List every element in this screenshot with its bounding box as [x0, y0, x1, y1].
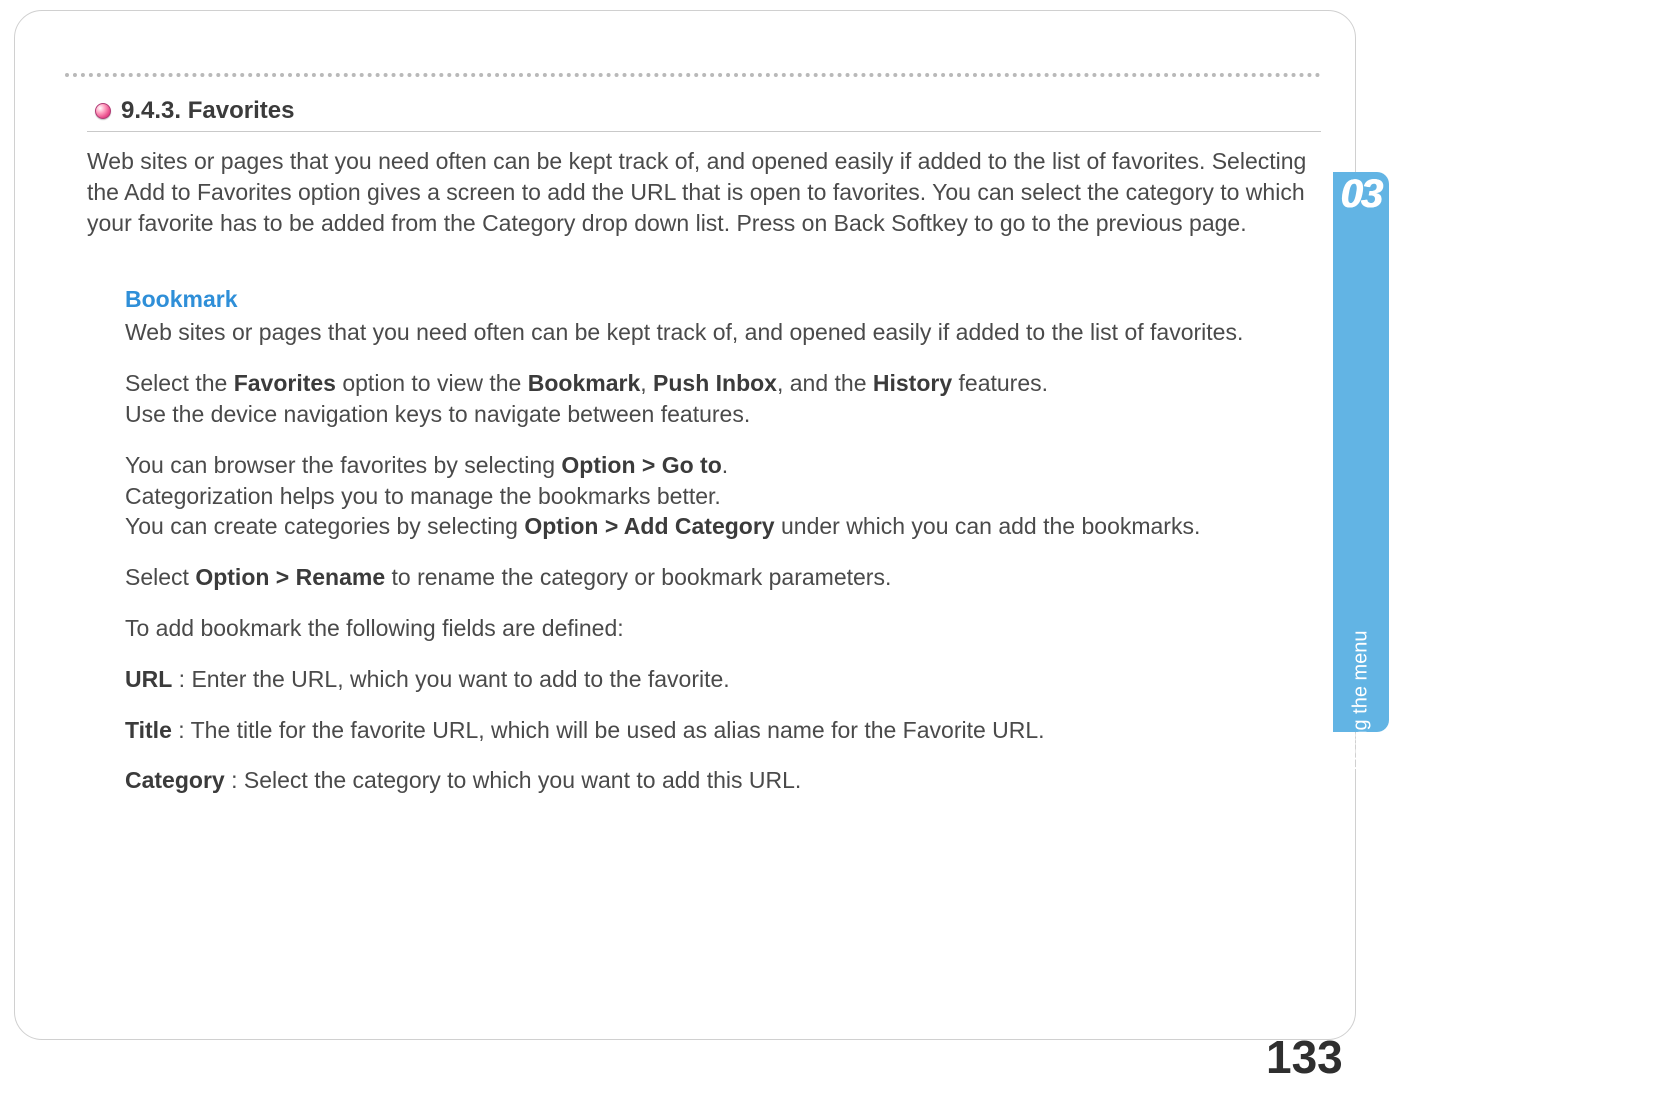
text: Categorization helps you to manage the b…	[125, 483, 721, 509]
field-category-text: : Select the category to which you want …	[225, 767, 802, 793]
field-title-text: : The title for the favorite URL, which …	[172, 717, 1045, 743]
text: Select the	[125, 370, 234, 396]
field-url-text: : Enter the URL, which you want to add t…	[172, 666, 729, 692]
bold-push-inbox: Push Inbox	[653, 370, 777, 396]
text: You can create categories by selecting	[125, 513, 524, 539]
text: You can browser the favorites by selecti…	[125, 452, 561, 478]
section-title: 9.4.3. Favorites	[121, 97, 294, 125]
bookmark-p2: Select the Favorites option to view the …	[125, 368, 1321, 430]
bold-option-goto: Option > Go to	[561, 452, 721, 478]
bookmark-p4: Select Option > Rename to rename the cat…	[125, 562, 1321, 593]
text: under which you can add the bookmarks.	[775, 513, 1201, 539]
text: to rename the category or bookmark param…	[385, 564, 891, 590]
text: Select	[125, 564, 195, 590]
field-category-label: Category	[125, 767, 225, 793]
chapter-tab: 03 Using the menu	[1333, 172, 1389, 732]
text: Use the device navigation keys to naviga…	[125, 401, 750, 427]
page-number: 133	[1266, 1030, 1343, 1084]
page-frame: 9.4.3. Favorites Web sites or pages that…	[14, 10, 1356, 1040]
page-content: 9.4.3. Favorites Web sites or pages that…	[65, 73, 1321, 816]
field-url-label: URL	[125, 666, 172, 692]
bold-favorites: Favorites	[234, 370, 336, 396]
text: option to view the	[336, 370, 528, 396]
bold-bookmark: Bookmark	[528, 370, 640, 396]
field-title-label: Title	[125, 717, 172, 743]
bookmark-p5: To add bookmark the following fields are…	[125, 613, 1321, 644]
text: , and the	[777, 370, 873, 396]
section-underline	[87, 131, 1321, 132]
dotted-divider	[65, 73, 1321, 77]
text: .	[722, 452, 728, 478]
bold-option-add-category: Option > Add Category	[524, 513, 774, 539]
section-intro: Web sites or pages that you need often c…	[87, 146, 1321, 238]
field-category: Category : Select the category to which …	[125, 765, 1321, 796]
bookmark-p3: You can browser the favorites by selecti…	[125, 450, 1321, 542]
bookmark-p1: Web sites or pages that you need often c…	[125, 317, 1321, 348]
chapter-number: 03	[1333, 172, 1389, 217]
field-url: URL : Enter the URL, which you want to a…	[125, 664, 1321, 695]
bookmark-heading: Bookmark	[125, 284, 1321, 315]
section-header: 9.4.3. Favorites	[95, 97, 1321, 125]
bookmark-block: Bookmark Web sites or pages that you nee…	[125, 284, 1321, 796]
text: features.	[952, 370, 1048, 396]
bold-history: History	[873, 370, 952, 396]
field-title: Title : The title for the favorite URL, …	[125, 715, 1321, 746]
chapter-label: Using the menu	[1350, 630, 1373, 770]
bullet-icon	[95, 103, 111, 119]
text: ,	[640, 370, 653, 396]
bold-option-rename: Option > Rename	[195, 564, 385, 590]
